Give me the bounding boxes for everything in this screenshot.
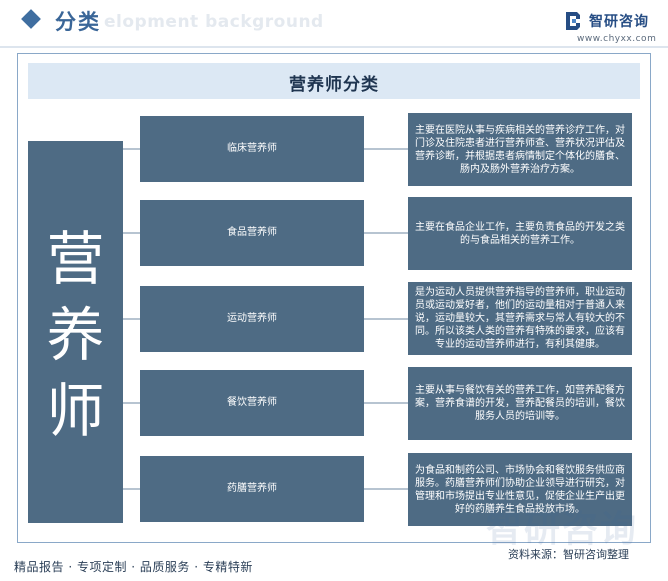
root-label: 营养师 [46, 225, 105, 445]
branch-node-catering: 餐饮营养师 [140, 370, 364, 436]
description-text: 主要在医院从事与疾病相关的营养诊疗工作，对门诊及住院患者进行营养师查、营养状况评… [415, 124, 625, 175]
branch-label: 食品营养师 [227, 227, 277, 238]
description-node-food: 主要在食品企业工作，主要负责食品的开发之类的与食品相关的营养工作。 [408, 197, 632, 270]
branch-node-food: 食品营养师 [140, 200, 364, 266]
description-text: 主要从事与餐饮有关的营养工作，如营养配餐方案，营养食谱的开发，营养配餐员的培训，… [415, 385, 625, 422]
brand-watermark: 智研咨询 [486, 509, 639, 550]
branch-node-herbal-diet: 药膳营养师 [140, 456, 364, 522]
branch-node-clinical: 临床营养师 [140, 116, 364, 182]
branch-label: 药膳营养师 [227, 483, 277, 494]
branch-label: 临床营养师 [227, 143, 277, 154]
branch-label: 运动营养师 [227, 313, 277, 324]
root-node: 营养师 [28, 141, 123, 523]
description-text: 是为运动人员提供营养指导的营养师，职业运动员或运动爱好者，他们的运动量相对于普通… [415, 287, 625, 350]
description-node-sports: 是为运动人员提供营养指导的营养师，职业运动员或运动爱好者，他们的运动量相对于普通… [408, 282, 632, 355]
description-node-clinical: 主要在医院从事与疾病相关的营养诊疗工作，对门诊及住院患者进行营养师查、营养状况评… [408, 113, 632, 186]
description-text: 主要在食品企业工作，主要负责食品的开发之类的与食品相关的营养工作。 [415, 221, 625, 246]
description-node-catering: 主要从事与餐饮有关的营养工作，如营养配餐方案，营养食谱的开发，营养配餐员的培训，… [408, 367, 632, 440]
footer-services: 精品报告 · 专项定制 · 品质服务 · 专精特新 [14, 560, 253, 574]
branch-node-sports: 运动营养师 [140, 286, 364, 352]
source-note: 资料来源：智研咨询整理 [508, 548, 629, 561]
branch-label: 餐饮营养师 [227, 397, 277, 408]
